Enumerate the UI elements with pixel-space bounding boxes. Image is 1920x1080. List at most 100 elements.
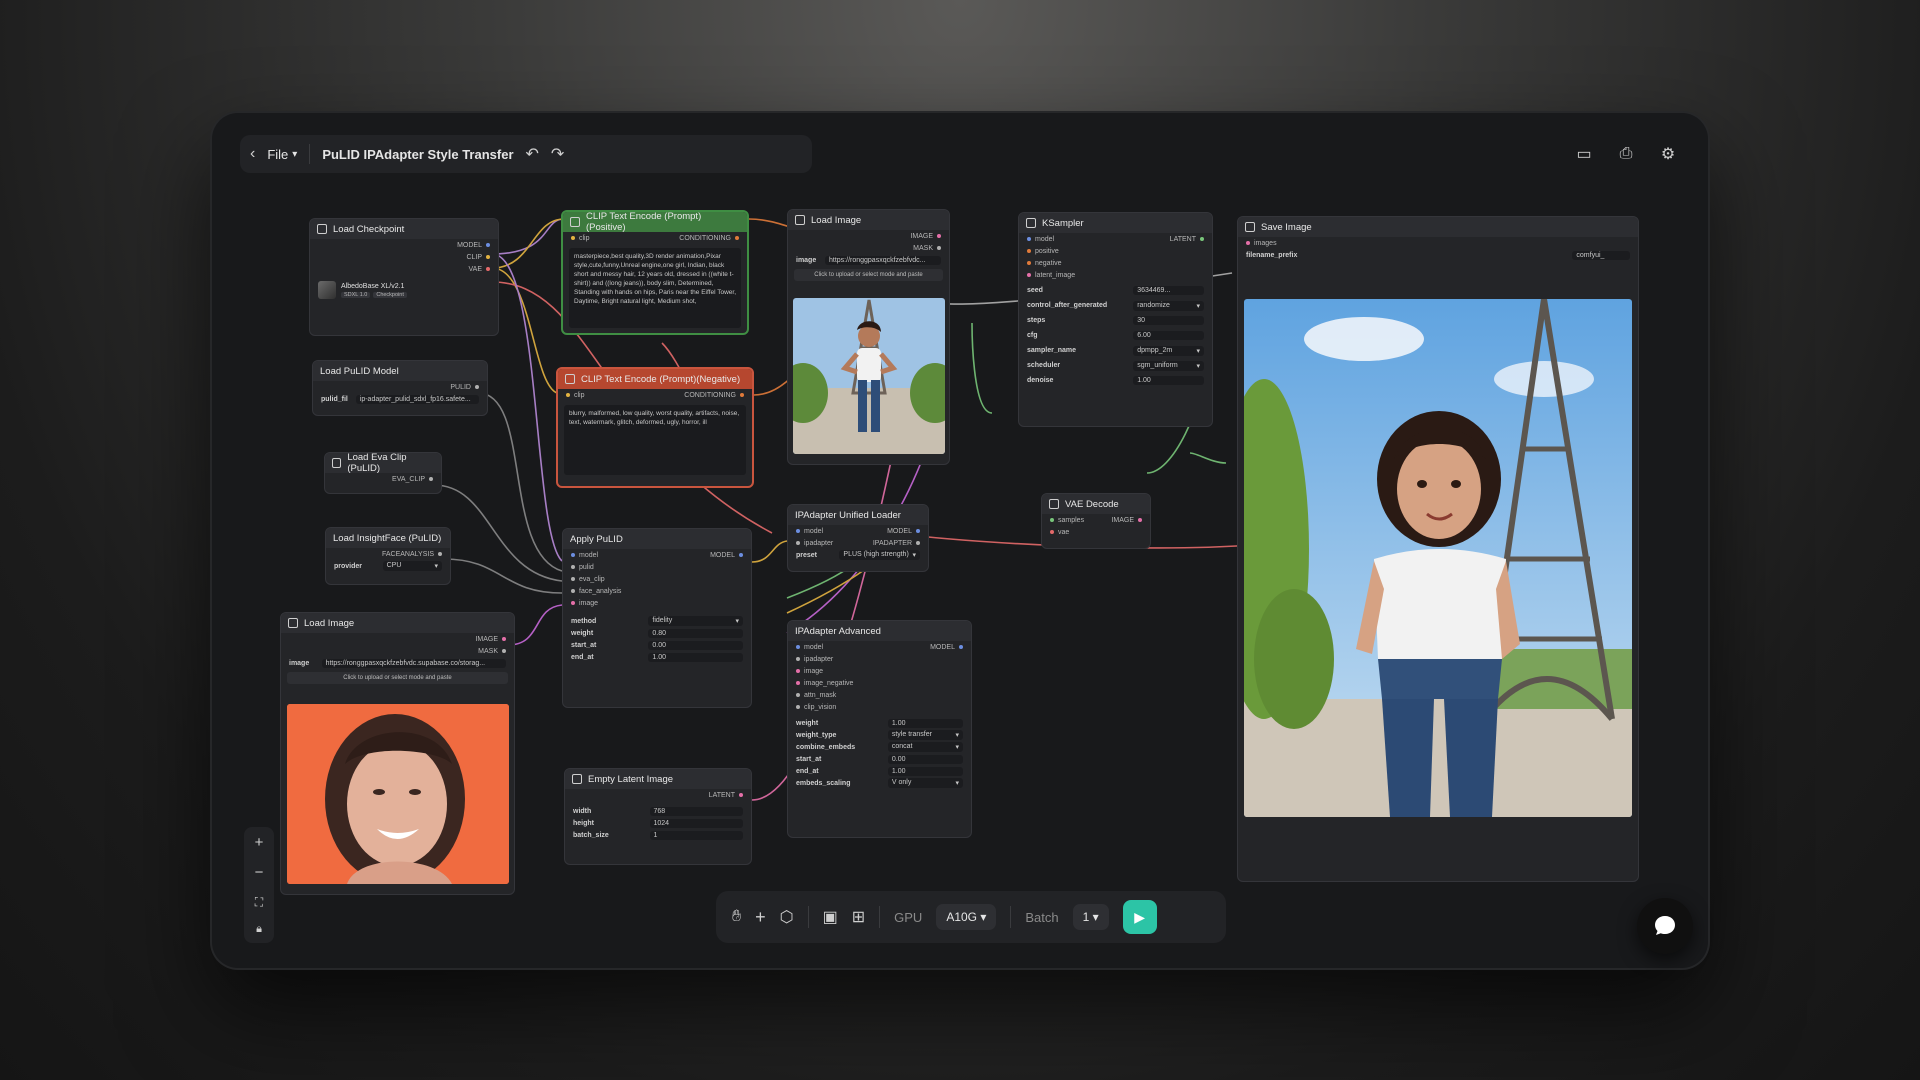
- node-ipadapter-unified-loader[interactable]: IPAdapter Unified Loader model MODEL ipad…: [787, 504, 929, 572]
- gpu-select[interactable]: A10G ▾: [936, 904, 997, 930]
- lock-icon[interactable]: 🔒︎: [256, 923, 262, 936]
- workflow-title[interactable]: PuLID IPAdapter Style Transfer: [322, 147, 513, 162]
- panel-icon[interactable]: ▭: [1568, 138, 1600, 170]
- port-dot[interactable]: [796, 705, 800, 709]
- terminal-icon[interactable]: ▣: [823, 907, 838, 927]
- port-dot[interactable]: [1138, 518, 1142, 522]
- denoise-field[interactable]: 1.00: [1133, 376, 1204, 385]
- port-dot[interactable]: [1050, 518, 1054, 522]
- port-dot[interactable]: [740, 393, 744, 397]
- port-dot[interactable]: [796, 681, 800, 685]
- node-save-image[interactable]: Save Image images filename_prefix comfyui…: [1237, 216, 1639, 882]
- hand-pan-icon[interactable]: ✋︎: [732, 908, 741, 926]
- node-clip-negative[interactable]: CLIP Text Encode (Prompt)(Negative) clip…: [556, 367, 754, 488]
- port-dot[interactable]: [566, 393, 570, 397]
- node-vae-decode[interactable]: VAE Decode samples IMAGE vae: [1041, 493, 1151, 549]
- port-dot[interactable]: [1050, 530, 1054, 534]
- port-dot[interactable]: [796, 669, 800, 673]
- port-dot[interactable]: [571, 565, 575, 569]
- cfg-field[interactable]: 6.00: [1133, 331, 1204, 340]
- steps-field[interactable]: 30: [1133, 316, 1204, 325]
- pulid-file-select[interactable]: ip-adapter_pulid_sdxl_fp16.safete...: [355, 394, 479, 404]
- start-at-field[interactable]: 0.00: [648, 640, 743, 650]
- prompt-textarea[interactable]: masterpiece,best quality,3D render anima…: [569, 248, 741, 328]
- upload-button[interactable]: Click to upload or select mode and paste: [287, 672, 508, 684]
- port-dot[interactable]: [502, 637, 506, 641]
- zoom-in-icon[interactable]: +: [255, 834, 264, 851]
- provider-select[interactable]: CPU ▾: [382, 561, 442, 571]
- node-load-insightface[interactable]: Load InsightFace (PuLID) FACEANALYSIS pr…: [325, 527, 451, 585]
- port-dot[interactable]: [502, 649, 506, 653]
- filename-prefix-field[interactable]: comfyui_: [1572, 250, 1630, 260]
- port-dot[interactable]: [1027, 237, 1031, 241]
- redo-icon[interactable]: ↷: [551, 144, 564, 164]
- node-load-checkpoint[interactable]: Load Checkpoint MODEL CLIP VAE AlbedoBas…: [309, 218, 499, 336]
- chat-support-button[interactable]: [1637, 898, 1693, 954]
- port-dot[interactable]: [1027, 273, 1031, 277]
- image-url-field[interactable]: https://ronggpasxqckfzebfvdc...: [825, 255, 941, 265]
- node-clip-positive[interactable]: CLIP Text Encode (Prompt)(Positive) clip…: [561, 210, 749, 335]
- batch-select[interactable]: 1 ▾: [1072, 904, 1109, 930]
- port-dot[interactable]: [571, 601, 575, 605]
- settings-gear-icon[interactable]: ⚙: [1652, 138, 1684, 170]
- sampler-name-select[interactable]: dpmpp_2m ▾: [1133, 345, 1204, 356]
- port-dot[interactable]: [571, 236, 575, 240]
- height-field[interactable]: 1024: [649, 818, 743, 828]
- layout-icon[interactable]: ⊞: [852, 907, 865, 927]
- port-dot[interactable]: [486, 243, 490, 247]
- combine-embeds-select[interactable]: concat ▾: [887, 742, 963, 752]
- port-dot[interactable]: [916, 541, 920, 545]
- port-dot[interactable]: [1027, 261, 1031, 265]
- end-at-field[interactable]: 1.00: [887, 766, 963, 776]
- node-load-pulid-model[interactable]: Load PuLID Model PULID pulid_fil ip-adapt…: [312, 360, 488, 416]
- file-menu[interactable]: File ▾: [267, 147, 297, 162]
- method-select[interactable]: fidelity ▾: [648, 616, 743, 626]
- back-icon[interactable]: ‹: [250, 145, 255, 163]
- port-dot[interactable]: [486, 267, 490, 271]
- queue-icon[interactable]: ⎙: [1610, 138, 1642, 170]
- image-url-field[interactable]: https://ronggpasxqckfzebfvdc.supabase.co…: [321, 658, 506, 668]
- port-dot[interactable]: [796, 645, 800, 649]
- port-dot[interactable]: [796, 693, 800, 697]
- scheduler-select[interactable]: sgm_uniform ▾: [1133, 360, 1204, 371]
- port-dot[interactable]: [796, 657, 800, 661]
- port-dot[interactable]: [429, 477, 433, 481]
- fit-view-icon[interactable]: ⛶: [255, 895, 263, 910]
- add-node-icon[interactable]: +: [755, 907, 766, 928]
- port-dot[interactable]: [739, 793, 743, 797]
- checkpoint-selector[interactable]: AlbedoBase XL/v2.1 SDXL 1.0 Checkpoint: [318, 281, 490, 299]
- undo-icon[interactable]: ↶: [526, 144, 539, 164]
- zoom-out-icon[interactable]: −: [255, 864, 264, 881]
- control-after-generated-select[interactable]: randomize ▾: [1133, 300, 1204, 311]
- seed-field[interactable]: 3634469...: [1133, 286, 1204, 295]
- preset-select[interactable]: PLUS (high strength) ▾: [839, 550, 920, 560]
- node-empty-latent-image[interactable]: Empty Latent Image LATENT width 768 heigh…: [564, 768, 752, 865]
- port-dot[interactable]: [571, 589, 575, 593]
- port-dot[interactable]: [571, 577, 575, 581]
- node-load-eva-clip[interactable]: Load Eva Clip (PuLID) EVA_CLIP: [324, 452, 442, 494]
- weight-field[interactable]: 0.80: [648, 628, 743, 638]
- port-dot[interactable]: [796, 541, 800, 545]
- node-ipadapter-advanced[interactable]: IPAdapter Advanced model MODEL ipadapter …: [787, 620, 972, 838]
- port-dot[interactable]: [438, 552, 442, 556]
- width-field[interactable]: 768: [649, 806, 743, 816]
- port-dot[interactable]: [959, 645, 963, 649]
- upload-button[interactable]: Click to upload or select mode and paste: [794, 269, 943, 281]
- run-button[interactable]: ▶: [1122, 900, 1157, 934]
- port-dot[interactable]: [1200, 237, 1204, 241]
- port-dot[interactable]: [735, 236, 739, 240]
- port-dot[interactable]: [571, 553, 575, 557]
- port-dot[interactable]: [937, 234, 941, 238]
- end-at-field[interactable]: 1.00: [648, 652, 743, 662]
- port-dot[interactable]: [937, 246, 941, 250]
- node-load-image-face[interactable]: Load Image IMAGE MASK image https://rongg…: [280, 612, 515, 895]
- weight-type-select[interactable]: style transfer ▾: [887, 730, 963, 740]
- node-ksampler[interactable]: KSampler model LATENT positive negative l…: [1018, 212, 1213, 427]
- prompt-textarea[interactable]: blurry, malformed, low quality, worst qu…: [564, 405, 746, 475]
- port-dot[interactable]: [916, 529, 920, 533]
- batch-size-field[interactable]: 1: [649, 830, 743, 840]
- port-dot[interactable]: [475, 385, 479, 389]
- port-dot[interactable]: [739, 553, 743, 557]
- node-apply-pulid[interactable]: Apply PuLID model MODEL pulid eva_clip fa…: [562, 528, 752, 708]
- port-dot[interactable]: [1246, 241, 1250, 245]
